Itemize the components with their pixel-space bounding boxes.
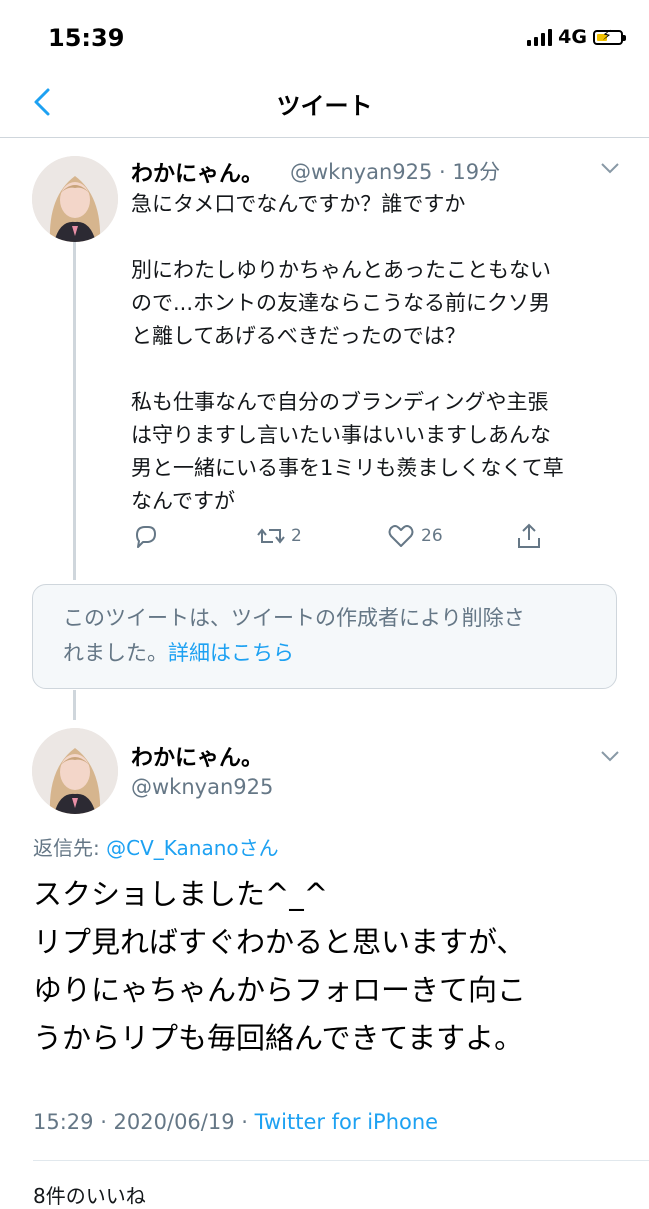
reply-button[interactable] [131,522,159,550]
avatar-2[interactable] [32,728,118,814]
chevron-down-icon-2[interactable] [600,750,620,762]
tweet-line [131,221,621,254]
author-name-2[interactable]: わかにゃん。 [131,740,263,772]
status-time: 15:39 [48,24,125,52]
likes-summary[interactable]: 8件のいいね [33,1180,146,1209]
tweet-line: ので...ホントの友達ならこうなる前にクソ男 [131,291,551,315]
tweet-body: 急にタメ口でなんですか？誰ですか 別にわたしゆりかちゃんとあったこともない ので… [131,188,621,518]
source-link[interactable]: Twitter for iPhone [255,1110,439,1134]
deleted-tweet-notice: このツイートは、ツイートの作成者により削除さ れました。詳細はこちら [32,584,617,689]
reply-icon [136,526,156,548]
meta-divider [33,1160,649,1161]
tweet-line: うからリプも毎回絡んできてますよ。 [33,1021,524,1055]
like-count: 26 [421,526,443,546]
reply-to-label: 返信先: [33,836,107,860]
network-label: 4G [558,26,587,48]
retweet-icon [257,528,285,544]
tweet-line: 急にタメ口でなんですか？誰ですか [131,192,466,216]
share-button[interactable] [515,522,543,550]
deleted-notice-text: このツイートは、ツイートの作成者により削除さ [63,606,525,630]
page-title: ツイート [276,92,373,120]
thread-line-lower [73,690,76,720]
tweet-line: と離してあげるべきだったのでは？ [131,324,466,348]
author-name[interactable]: わかにゃん。 [131,156,263,188]
tweet-line: は守りますし言いたい事はいいますしあんな [131,423,551,447]
chevron-down-icon[interactable] [600,162,620,174]
avatar[interactable] [32,156,118,242]
tweet-meta: 15:29 · 2020/06/19 · Twitter for iPhone [33,1110,438,1134]
deleted-notice-text-2: れました。 [63,641,168,665]
tweet-line: スクショしました^_^ [33,877,329,911]
timestamp: 15:29 · 2020/06/19 · [33,1110,255,1134]
reply-to-handle[interactable]: @CV_Kananoさん [106,836,279,860]
author-handle-2[interactable]: @wknyan925 [131,775,273,799]
tweet-line: リプ見ればすぐわかると思いますが、 [33,925,526,959]
tweet-actions: 2 26 [131,520,551,554]
like-button[interactable]: 26 [387,522,443,550]
thread-line [73,240,76,580]
tweet-line: なんですが [131,489,235,513]
tweet-line [131,353,621,386]
like-heart-icon [388,525,414,547]
details-link[interactable]: 詳細はこちら [168,641,294,665]
share-icon [518,523,540,548]
signal-icon [527,28,553,46]
reply-to: 返信先: @CV_Kananoさん [33,832,279,861]
status-indicators: 4G ⚡ [527,26,626,48]
tweet-line: 私も仕事なんで自分のブランディングや主張 [131,390,549,414]
tweet-line: ゆりにゃちゃんからフォローきて向こ [33,973,527,1007]
tweet-line: 男と一緒にいる事を1ミリも羨ましくなくて草 [131,456,564,480]
retweet-button[interactable]: 2 [257,522,302,550]
retweet-count: 2 [291,526,302,546]
tweet-body-2: スクショしました^_^ リプ見ればすぐわかると思いますが、 ゆりにゃちゃんからフ… [33,870,633,1062]
tweet-line: 別にわたしゆりかちゃんとあったこともない [131,258,551,282]
header-divider [0,137,649,138]
author-handle-time[interactable]: @wknyan925 · 19分 [290,156,500,186]
battery-icon: ⚡ [593,28,626,45]
